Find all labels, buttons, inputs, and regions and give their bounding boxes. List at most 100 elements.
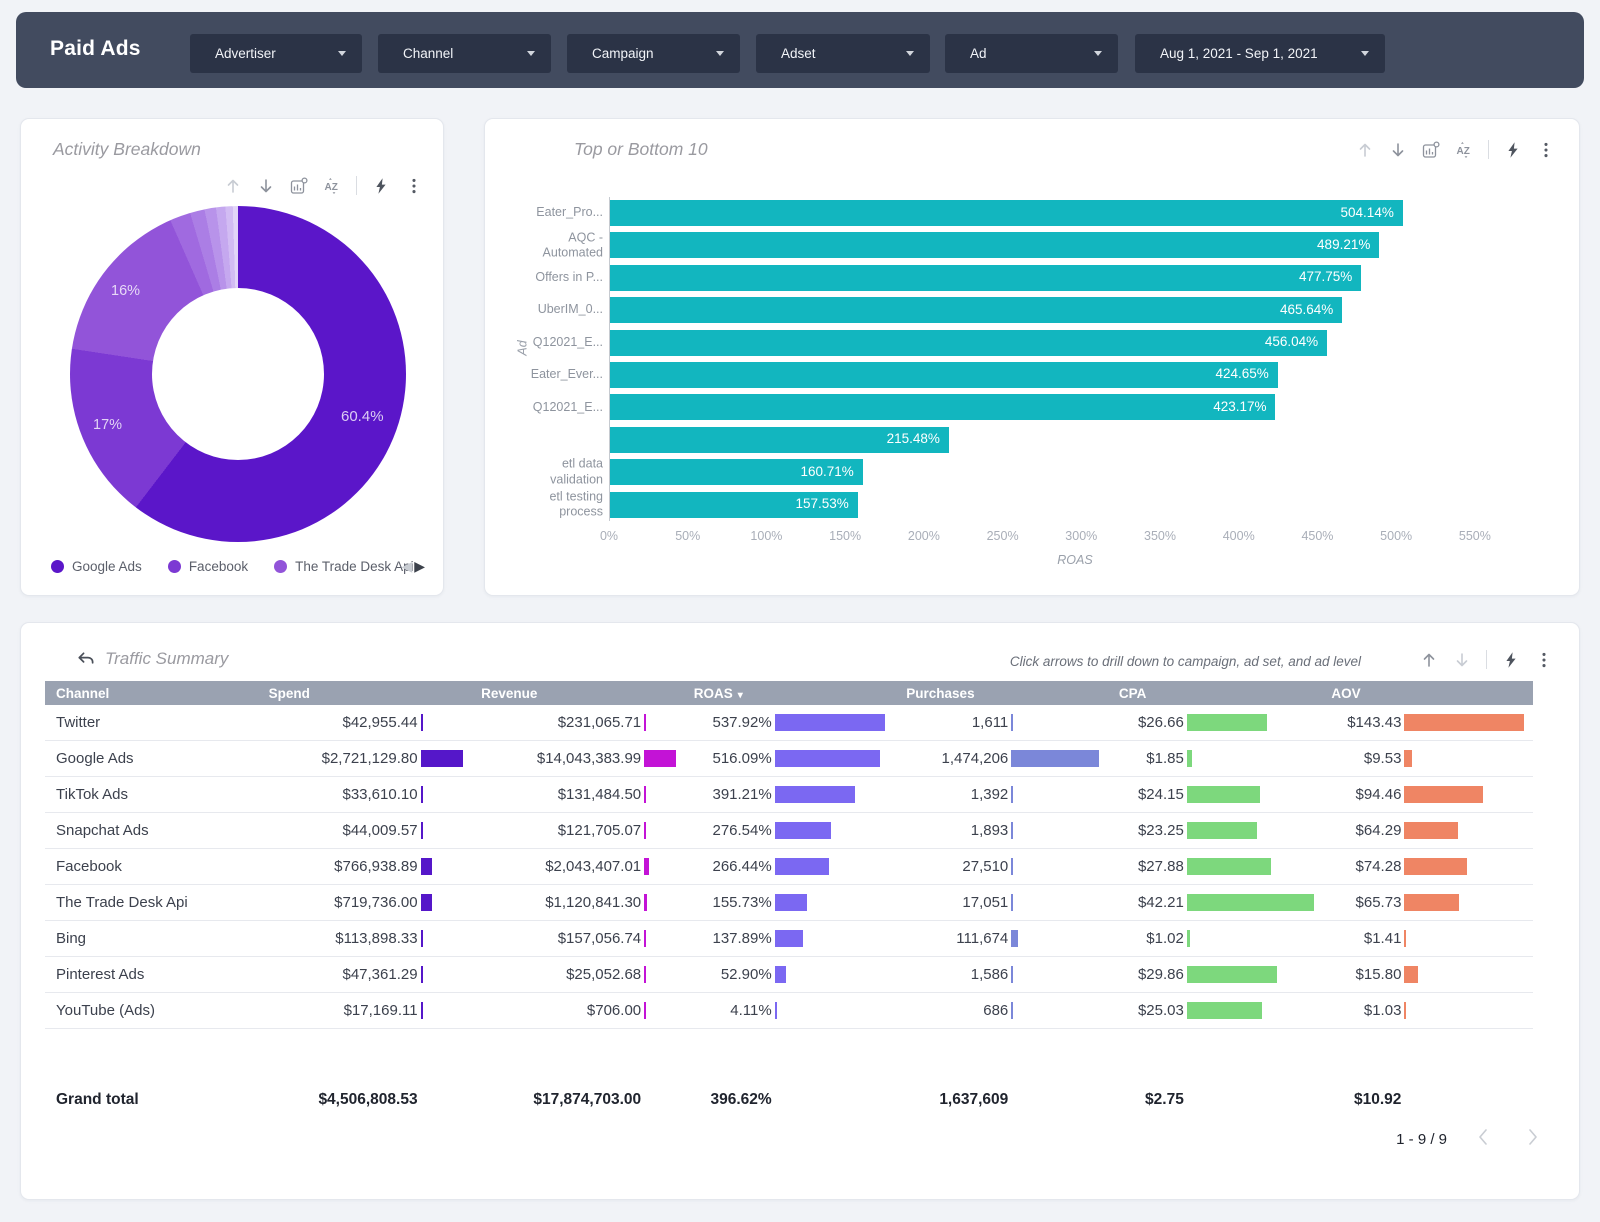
pagination-next-icon[interactable] [1521,1126,1543,1148]
cpa-value: $25.03 [1108,1002,1184,1019]
spend-value: $2,721,129.80 [258,750,418,767]
revenue-cell: $231,065.71 [470,705,683,740]
roas-bar [775,930,803,947]
cpa-bar [1187,714,1267,731]
aov-cell: $65.73 [1320,885,1533,920]
aov-bar [1404,1002,1406,1019]
purchases-bar-track [1011,786,1108,803]
column-header-cpa[interactable]: CPA [1108,686,1321,701]
x-tick-label: 400% [1223,529,1255,543]
bar-category-label: AQC - Automated [507,230,603,261]
legend-item-facebook[interactable]: Facebook [168,559,248,574]
purchases-bar [1011,750,1099,767]
chart-settings-icon[interactable] [1422,141,1440,159]
purchases-bar [1011,822,1013,839]
undo-drill-icon[interactable] [76,650,95,669]
purchases-value: 1,893 [895,822,1008,839]
advertiser-filter-dropdown[interactable]: Advertiser [190,34,362,73]
cpa-cell: $1.85 [1108,741,1321,776]
revenue-cell: $14,043,383.99 [470,741,683,776]
legend-item-trade-desk[interactable]: The Trade Desk Api [274,559,414,574]
aov-cell: $15.80 [1320,957,1533,992]
aov-cell: $74.28 [1320,849,1533,884]
roas-bar[interactable]: 160.71% [610,459,863,485]
channel-filter-label: Channel [403,46,453,61]
chart-settings-icon[interactable] [290,177,308,195]
roas-bar-track [775,858,896,875]
legend-next-icon[interactable]: ▶ [414,558,427,574]
table-row: Pinterest Ads$47,361.29$25,052.6852.90%1… [45,957,1533,993]
cpa-cell: $24.15 [1108,777,1321,812]
cpa-bar-track [1187,966,1321,983]
quick-actions-icon[interactable] [1504,141,1522,159]
roas-bar[interactable]: 465.64% [610,297,1342,323]
activity-breakdown-title: Activity Breakdown [53,139,201,160]
column-header-spend[interactable]: Spend [258,686,471,701]
bar-row: AQC - Automated489.21% [610,229,1541,261]
spend-value: $766,938.89 [258,858,418,875]
campaign-filter-dropdown[interactable]: Campaign [567,34,740,73]
bar-category-label: etl data validation [507,457,603,488]
legend-item-google-ads[interactable]: Google Ads [51,559,142,574]
roas-bar[interactable]: 504.14% [610,200,1403,226]
grand-total-aov: $10.92 [1320,1091,1401,1109]
purchases-bar [1011,966,1013,983]
purchases-cell: 1,586 [895,957,1108,992]
x-tick-label: 300% [1065,529,1097,543]
aov-value: $65.73 [1320,894,1401,911]
revenue-value: $157,056.74 [470,930,641,947]
channel-cell: Twitter [45,714,258,731]
quick-actions-icon[interactable] [372,177,390,195]
more-options-icon[interactable] [405,177,423,195]
grand-total-roas: 396.62% [683,1091,772,1109]
ad-filter-dropdown[interactable]: Ad [945,34,1118,73]
cpa-bar [1187,966,1277,983]
column-header-roas[interactable]: ROAS▾ [683,686,896,701]
quick-actions-icon[interactable] [1502,651,1520,669]
activity-breakdown-card: Activity Breakdown AZ 60.4% 17% 16% Goog… [20,118,444,596]
bar-value-label: 456.04% [1265,334,1318,349]
roas-bar[interactable]: 489.21% [610,232,1379,258]
roas-bar[interactable]: 456.04% [610,330,1327,356]
roas-bar[interactable]: 157.53% [610,492,858,518]
aov-cell: $143.43 [1320,705,1533,740]
drill-down-icon[interactable] [1389,141,1407,159]
purchases-cell: 27,510 [895,849,1108,884]
sort-az-icon[interactable]: AZ [323,177,341,195]
roas-bar[interactable]: 424.65% [610,362,1278,388]
channel-filter-dropdown[interactable]: Channel [378,34,551,73]
drill-up-icon[interactable] [1356,141,1374,159]
aov-bar [1404,714,1524,731]
date-range-dropdown[interactable]: Aug 1, 2021 - Sep 1, 2021 [1135,34,1385,73]
more-options-icon[interactable] [1535,651,1553,669]
sort-az-icon[interactable]: AZ [1455,141,1473,159]
purchases-value: 27,510 [895,858,1008,875]
adset-filter-dropdown[interactable]: Adset [756,34,930,73]
spend-value: $33,610.10 [258,786,418,803]
more-options-icon[interactable] [1537,141,1555,159]
drill-up-icon[interactable] [1420,651,1438,669]
column-header-purchases[interactable]: Purchases [895,686,1108,701]
spend-cell: $766,938.89 [258,849,471,884]
x-tick-label: 200% [908,529,940,543]
roas-bar[interactable]: 423.17% [610,394,1275,420]
table-row: Facebook$766,938.89$2,043,407.01266.44%2… [45,849,1533,885]
svg-text:AZ: AZ [325,182,338,193]
grand-total-spend: $4,506,808.53 [258,1091,418,1109]
legend-pager: ◀▶ [401,558,427,575]
roas-bar[interactable]: 477.75% [610,265,1361,291]
legend-prev-icon[interactable]: ◀ [401,558,414,574]
column-header-revenue[interactable]: Revenue [470,686,683,701]
roas-bar [775,714,885,731]
drill-down-icon[interactable] [1453,651,1471,669]
roas-bar[interactable]: 215.48% [610,427,949,453]
pagination-prev-icon[interactable] [1473,1126,1495,1148]
revenue-cell: $706.00 [470,993,683,1028]
column-header-aov[interactable]: AOV [1320,686,1533,701]
column-header-channel[interactable]: Channel [45,686,258,701]
drill-down-icon[interactable] [257,177,275,195]
drill-up-icon[interactable] [224,177,242,195]
revenue-bar-track [644,930,683,947]
bar-category-label: UberIM_0... [507,303,603,319]
roas-value: 391.21% [683,786,772,803]
